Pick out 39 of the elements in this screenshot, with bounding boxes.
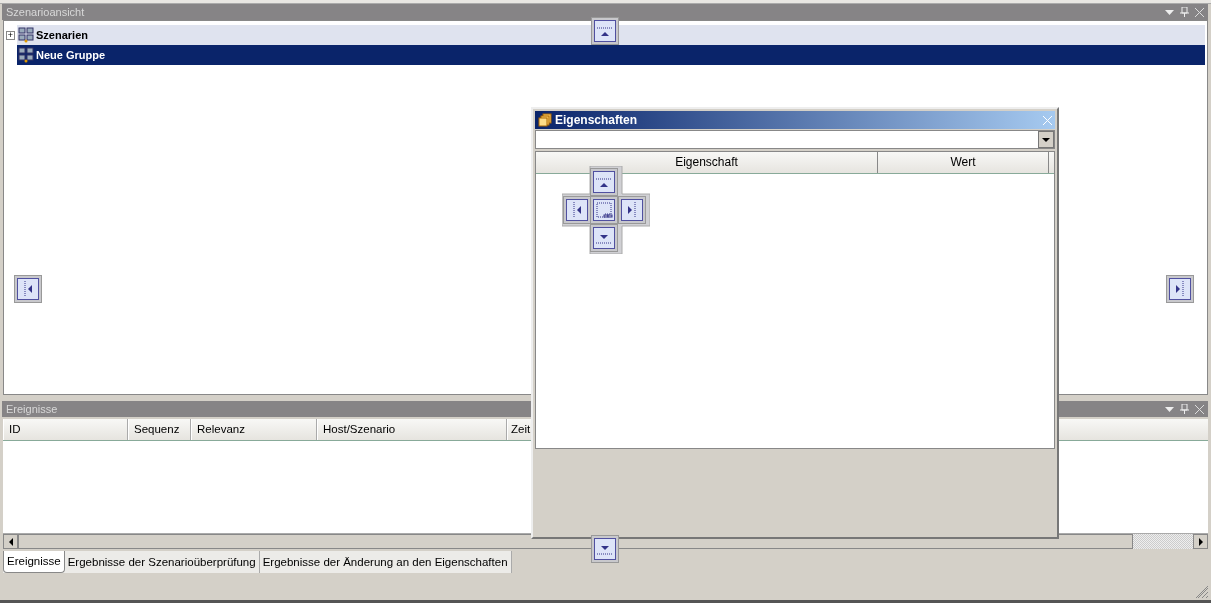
pages-icon [538,113,552,127]
pane-title: Szenarioansicht [6,5,85,20]
resize-grip-icon[interactable] [1195,585,1209,599]
tree-item[interactable]: Szenarien [17,25,1205,45]
network-icon [18,47,34,63]
dock-top-icon[interactable] [591,17,619,45]
scroll-right-button[interactable] [1193,534,1208,549]
dock-right-icon[interactable] [1166,275,1194,303]
tab[interactable]: Ereignisse [3,551,65,574]
dock-bottom-icon[interactable] [590,224,618,252]
pin-icon[interactable] [1180,7,1189,17]
pane-title: Ereignisse [6,402,58,417]
scroll-left-button[interactable] [3,534,18,549]
dock-left-icon[interactable] [563,196,591,224]
pin-icon[interactable] [1180,404,1189,414]
tab[interactable]: Ergebnisse der Änderung an den Eigenschaften [259,551,512,574]
dropdown-icon[interactable] [1165,406,1174,412]
tree-item[interactable]: Neue Gruppe [17,45,1205,65]
window-title: Eigenschaften [555,112,639,129]
column-header[interactable]: Sequenz [128,419,191,440]
dropdown-icon[interactable] [1165,9,1174,15]
network-icon [18,27,34,43]
dock-center-icon[interactable] [590,196,618,224]
close-icon[interactable] [1195,7,1204,17]
dock-left-icon[interactable] [14,275,42,303]
tab[interactable]: Ergebnisse der Szenarioüberprüfung [64,551,260,574]
object-dropdown[interactable] [535,130,1055,149]
dock-bottom-icon[interactable] [591,535,619,563]
dock-right-icon[interactable] [618,196,646,224]
column-header[interactable]: ID [3,419,128,440]
arrow-right-icon [1198,537,1203,546]
caret-icon [1042,137,1050,142]
column-header[interactable]: Host/Szenario [317,419,507,440]
dock-top-icon[interactable] [590,168,618,196]
arrow-left-icon [8,537,13,546]
column-header[interactable]: Relevanz [191,419,317,440]
close-icon[interactable] [1195,404,1204,414]
column-header[interactable]: Wert [878,152,1049,173]
expand-toggle[interactable]: + [6,30,15,40]
